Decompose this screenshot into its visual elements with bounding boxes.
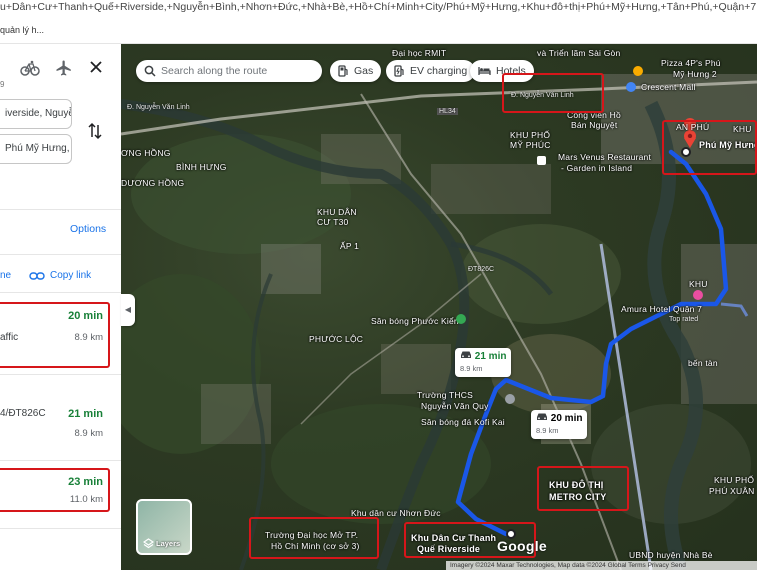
- route-bubble-time: 21 min: [474, 351, 507, 362]
- layers-icon: [143, 538, 154, 549]
- map-label: ƠNG HỒNG: [121, 148, 171, 158]
- map-label[interactable]: UBND huyện Nhà Bè: [629, 550, 713, 560]
- map-label: và Triển lãm Sài Gòn: [537, 48, 621, 58]
- road-label: ĐT826C: [468, 266, 495, 273]
- route-bubble-time: 20 min: [550, 413, 583, 424]
- route-distance: 8.9 km: [74, 428, 103, 439]
- map-attribution[interactable]: Imagery ©2024 Maxar Technologies, Map da…: [446, 561, 757, 570]
- divider: [0, 292, 121, 293]
- search-placeholder: Search along the route: [161, 65, 268, 77]
- map-label[interactable]: Sân bóng đá Kofi Kai: [421, 417, 505, 427]
- route-option-2[interactable]: 21 min 4/ĐT826C 8.9 km: [0, 394, 121, 454]
- search-along-route-input[interactable]: Search along the route: [136, 60, 322, 82]
- swap-icon[interactable]: [87, 122, 103, 140]
- map-label: CƯ T30: [317, 217, 349, 227]
- layers-button[interactable]: Layers: [136, 499, 192, 555]
- layers-label: Layers: [156, 539, 181, 548]
- collapse-panel-button[interactable]: ◀: [121, 294, 135, 326]
- map-label[interactable]: Pizza 4P's Phú: [661, 58, 721, 68]
- ev-charging-icon: [394, 65, 404, 77]
- restaurant-pin-icon[interactable]: [537, 156, 546, 165]
- divider: [0, 528, 121, 529]
- highlight-box: [0, 468, 110, 512]
- food-pin-icon[interactable]: [633, 66, 643, 76]
- highlight-box: [502, 73, 604, 113]
- bookmarks-bar: quản lý h...: [0, 16, 757, 44]
- gas-chip[interactable]: Gas: [330, 60, 382, 82]
- ev-charging-chip[interactable]: EV charging: [386, 60, 476, 82]
- highlight-box: [537, 466, 629, 511]
- map-label: MỸ PHÚC: [510, 140, 551, 150]
- map-label[interactable]: Mỹ Hưng 2: [673, 69, 717, 79]
- directions-panel: 9 iverside, Nguyễn Phú Mỹ Hưng, T Option…: [0, 44, 121, 570]
- map-label: KHU: [689, 279, 708, 289]
- search-icon: [144, 65, 156, 77]
- copy-link[interactable]: Copy link: [50, 270, 91, 281]
- route-time: 21 min: [68, 408, 103, 420]
- gas-station-icon: [338, 65, 348, 77]
- hotel-icon: [478, 67, 491, 75]
- link-icon[interactable]: [29, 270, 45, 282]
- divider: [0, 460, 121, 461]
- map-label: KHU PHỐ: [714, 475, 755, 485]
- route-bubble-distance: 8.9 km: [460, 364, 483, 373]
- route-bubble-selected[interactable]: 20 min 8.9 km: [531, 410, 588, 439]
- address-bar[interactable]: u+Dân+Cư+Thanh+Quế+Riverside,+Nguyễn+Bìn…: [0, 0, 757, 16]
- car-icon: [461, 351, 471, 358]
- map-canvas[interactable]: Search along the route Gas EV charging H…: [121, 44, 757, 570]
- highlight-box: [249, 517, 379, 559]
- road-label: Đ. Nguyễn Văn Linh: [127, 104, 190, 111]
- map-label: KHU PHỐ: [510, 130, 551, 140]
- bicycle-icon[interactable]: [20, 60, 40, 76]
- google-logo: Google: [497, 538, 548, 554]
- divider: [0, 374, 121, 375]
- map-label[interactable]: - Garden in Island: [561, 163, 632, 173]
- divider: [0, 254, 121, 255]
- map-label[interactable]: Mars Venus Restaurant: [558, 152, 651, 162]
- map-label: BÌNH HƯNG: [176, 162, 227, 172]
- ev-charging-label: EV charging: [410, 65, 468, 77]
- shopping-pin-icon[interactable]: [626, 82, 636, 92]
- gas-label: Gas: [354, 65, 374, 77]
- hotel-pin-icon[interactable]: [693, 290, 703, 300]
- park-pin-icon[interactable]: [456, 314, 466, 324]
- map-label: bến tàn: [688, 358, 718, 368]
- map-label[interactable]: Amura Hotel Quận 7: [621, 304, 702, 314]
- send-to-phone-link[interactable]: ne: [0, 270, 11, 281]
- map-label: DƯƠNG HỒNG: [121, 178, 185, 188]
- route-bubble-distance: 8.9 km: [536, 426, 559, 435]
- car-icon: [537, 413, 547, 420]
- map-label: ẤP 1: [340, 241, 360, 251]
- map-label: KHU DÂN: [317, 207, 357, 217]
- close-icon[interactable]: [88, 59, 104, 75]
- flight-icon[interactable]: [55, 59, 73, 77]
- map-label[interactable]: Crescent Mall: [641, 82, 696, 92]
- divider: [0, 209, 121, 210]
- highlight-box: [0, 302, 110, 368]
- destination-input[interactable]: Phú Mỹ Hưng, T: [0, 134, 72, 164]
- highlight-box: [662, 120, 757, 175]
- map-label[interactable]: Sân bóng Phước Kiển: [371, 316, 459, 326]
- map-label[interactable]: Trường THCS: [417, 390, 473, 400]
- map-label: PHƯỚC LỘC: [309, 334, 364, 344]
- options-link[interactable]: Options: [70, 223, 106, 235]
- road-label: HL34: [437, 108, 458, 115]
- mode-time: 9: [0, 80, 5, 89]
- route-name: 4/ĐT826C: [0, 408, 46, 419]
- map-label[interactable]: Bán Nguyệt: [571, 120, 617, 130]
- school-pin-icon[interactable]: [505, 394, 515, 404]
- map-label: Đại học RMIT: [392, 48, 447, 58]
- route-bubble-alt[interactable]: 21 min 8.9 km: [455, 348, 512, 377]
- origin-input[interactable]: iverside, Nguyễn: [0, 99, 72, 129]
- map-label: Top rated: [669, 316, 699, 323]
- bookmark-item[interactable]: quản lý h...: [0, 25, 44, 35]
- map-label[interactable]: Nguyễn Văn Quy: [421, 401, 489, 411]
- map-label: PHÚ XUÂN: [709, 486, 755, 496]
